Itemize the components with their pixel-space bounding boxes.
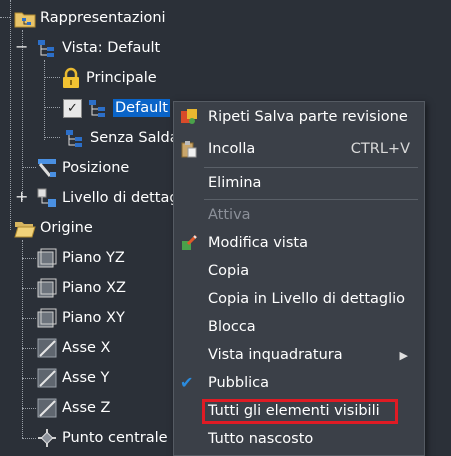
menu-item-vista-inquadratura[interactable]: Vista inquadratura ▶ <box>174 341 424 369</box>
menu-item-attiva: Attiva <box>174 201 424 229</box>
menu-item-copia[interactable]: Copia <box>174 257 424 285</box>
plane-icon <box>36 247 58 269</box>
position-icon <box>36 157 58 179</box>
menu-item-pubblica[interactable]: ✔ Pubblica <box>174 369 424 397</box>
level-of-detail-icon <box>36 187 58 209</box>
tree-item-rappresentazioni[interactable]: Rappresentazioni <box>14 3 166 33</box>
menu-item-modifica-vista[interactable]: Modifica vista <box>174 229 424 257</box>
plane-icon <box>36 307 58 329</box>
tree-item-label: Piano XY <box>62 310 125 326</box>
expand-expander-livello[interactable]: + <box>15 189 28 205</box>
menu-item-incolla[interactable]: Incolla CTRL+V <box>174 135 424 163</box>
menu-item-tutto-nascosto[interactable]: Tutto nascosto <box>174 425 424 453</box>
menu-item-label: Modifica vista <box>208 235 308 251</box>
menu-item-label: Pubblica <box>208 375 270 391</box>
axis-icon <box>36 367 58 389</box>
highlight-annotation-box <box>202 399 398 424</box>
tree-item-label: Asse Y <box>62 370 110 386</box>
tree-item-label: Punto centrale <box>62 430 168 446</box>
folder-open-icon <box>14 217 36 239</box>
lock-icon <box>60 67 82 89</box>
menu-item-label: Blocca <box>208 319 256 335</box>
tree-item-label: Principale <box>86 70 157 86</box>
menu-separator <box>204 167 418 168</box>
context-menu: Ripeti Salva parte revisione Incolla CTR… <box>173 101 425 456</box>
tree-item-label: Asse Z <box>62 400 111 416</box>
tree-item-label: Vista: Default <box>62 40 161 56</box>
menu-item-label: Attiva <box>208 207 251 223</box>
hierarchy-icon <box>64 127 86 149</box>
menu-item-label: Vista inquadratura <box>208 347 343 363</box>
tree-item-livello-di-dettaglio[interactable]: Livello di dettag <box>36 183 179 213</box>
tree-item-label: Asse X <box>62 340 111 356</box>
menu-separator <box>204 199 418 200</box>
tree-item-label: Posizione <box>62 160 130 176</box>
menu-item-label: Tutto nascosto <box>208 431 314 447</box>
tree-item-piano-yz[interactable]: Piano YZ <box>36 243 125 273</box>
shortcut-label: CTRL+V <box>350 141 410 157</box>
axis-icon <box>36 397 58 419</box>
tree-item-vista-default[interactable]: Vista: Default <box>36 33 160 63</box>
revision-icon <box>180 108 198 126</box>
tree-item-asse-y[interactable]: Asse Y <box>36 363 109 393</box>
tree-item-label: Default <box>113 99 170 117</box>
menu-item-label: Incolla <box>208 141 256 157</box>
center-point-icon <box>36 427 58 449</box>
hierarchy-icon <box>87 97 109 119</box>
tree-item-label: Origine <box>40 220 93 236</box>
menu-item-ripeti-salva[interactable]: Ripeti Salva parte revisione <box>174 103 424 131</box>
tree-item-principale[interactable]: Principale <box>60 63 157 93</box>
tree-item-piano-xz[interactable]: Piano XZ <box>36 273 126 303</box>
menu-item-label: Elimina <box>208 175 262 191</box>
tree-item-label: Rappresentazioni <box>40 10 166 26</box>
menu-item-label: Copia in Livello di dettaglio <box>208 291 406 307</box>
tree-item-posizione[interactable]: Posizione <box>36 153 129 183</box>
tree-item-asse-x[interactable]: Asse X <box>36 333 111 363</box>
tree-item-label: Piano XZ <box>62 280 126 296</box>
visibility-checkbox[interactable]: ✓ <box>63 98 82 118</box>
hierarchy-icon <box>36 37 58 59</box>
tree-item-origine[interactable]: Origine <box>14 213 93 243</box>
menu-item-label: Copia <box>208 263 250 279</box>
axis-icon <box>36 337 58 359</box>
tree-item-label: Piano YZ <box>62 250 125 266</box>
menu-item-label: Ripeti Salva parte revisione <box>208 109 408 125</box>
menu-item-copia-in-livello[interactable]: Copia in Livello di dettaglio <box>174 285 424 313</box>
tree-item-senza-saldat[interactable]: Senza Saldat <box>64 123 184 153</box>
tree-item-label: Livello di dettag <box>62 190 179 206</box>
paste-icon <box>180 140 198 158</box>
tree-item-asse-z[interactable]: Asse Z <box>36 393 111 423</box>
edit-view-icon <box>180 234 198 252</box>
collapse-expander-vista[interactable]: − <box>15 39 28 55</box>
folder-hierarchy-icon <box>14 7 36 29</box>
tree-item-piano-xy[interactable]: Piano XY <box>36 303 125 333</box>
menu-item-elimina[interactable]: Elimina <box>174 169 424 197</box>
submenu-arrow-icon: ▶ <box>399 348 408 362</box>
tree-item-punto-centrale[interactable]: Punto centrale <box>36 423 168 453</box>
tree-item-default[interactable]: ✓ Default <box>63 93 170 123</box>
plane-icon <box>36 277 58 299</box>
tree-item-label: Senza Saldat <box>90 130 185 146</box>
menu-item-blocca[interactable]: Blocca <box>174 313 424 341</box>
checkmark-icon: ✔ <box>180 373 194 392</box>
